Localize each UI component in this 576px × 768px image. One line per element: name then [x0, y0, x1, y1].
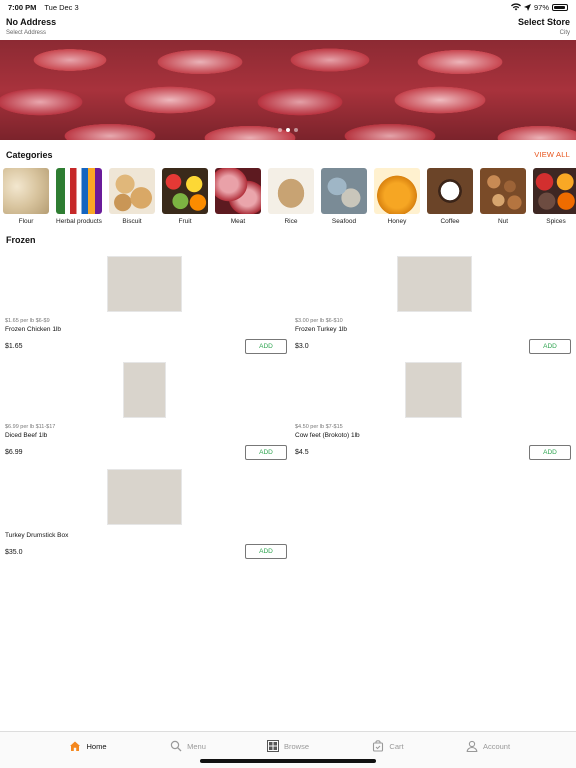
category-image — [374, 168, 420, 214]
product-card[interactable]: $6.99 per lb $11-$17 Diced Beef 1lb $6.9… — [5, 362, 287, 462]
category-label: Rice — [284, 218, 298, 225]
product-image[interactable] — [123, 362, 166, 418]
view-all-link[interactable]: VIEW ALL — [534, 150, 570, 159]
product-price-per-lb: $4.50 per lb $7-$15 — [295, 424, 343, 430]
category-label: Honey — [387, 218, 407, 225]
category-image — [480, 168, 526, 214]
category-label: Seafood — [331, 218, 357, 225]
add-button[interactable]: ADD — [529, 445, 571, 460]
category-spices[interactable]: Spices — [533, 168, 576, 228]
product-price: $6.99 — [5, 449, 23, 456]
product-price: $3.0 — [295, 343, 309, 350]
status-bar: 7:00 PM Tue Dec 3 97% — [0, 0, 576, 14]
product-image[interactable] — [397, 256, 472, 312]
add-button[interactable]: ADD — [529, 339, 571, 354]
category-biscuit[interactable]: Biscuit — [109, 168, 155, 228]
frozen-title: Frozen — [6, 235, 36, 245]
category-image — [533, 168, 576, 214]
product-card[interactable]: Turkey Drumstick Box $35.0 ADD — [5, 469, 287, 569]
tab-home[interactable]: Home — [38, 732, 138, 768]
category-label: Flour — [18, 218, 34, 225]
category-label: Fruit — [178, 218, 192, 225]
product-price: $35.0 — [5, 549, 23, 556]
product-name[interactable]: Frozen Chicken 1lb — [5, 326, 61, 333]
battery-icon — [552, 3, 568, 11]
category-label: Coffee — [440, 218, 460, 225]
category-coffee[interactable]: Coffee — [427, 168, 473, 228]
product-card[interactable]: $1.65 per lb $6-$9 Frozen Chicken 1lb $1… — [5, 256, 287, 356]
add-button[interactable]: ADD — [245, 445, 287, 460]
status-indicators: 97% — [510, 2, 568, 12]
status-time: 7:00 PM — [8, 2, 37, 12]
product-name[interactable]: Turkey Drumstick Box — [5, 532, 68, 539]
category-seafood[interactable]: Seafood — [321, 168, 367, 228]
product-image[interactable] — [107, 256, 182, 312]
product-price-per-lb: $6.99 per lb $11-$17 — [5, 424, 56, 430]
home-icon — [70, 741, 81, 751]
store-subtitle[interactable]: City — [560, 30, 570, 36]
product-name[interactable]: Cow feet (Brokoto) 1lb — [295, 432, 360, 439]
home-indicator — [200, 759, 376, 763]
categories-row: Flour Herbal products Biscuit Fruit Meat… — [3, 168, 576, 228]
tab-label: Browse — [283, 741, 309, 751]
banner-dot[interactable] — [278, 128, 282, 132]
product-price: $1.65 — [5, 343, 23, 350]
address-title[interactable]: No Address — [6, 17, 56, 27]
category-image — [109, 168, 155, 214]
category-herbal-products[interactable]: Herbal products — [56, 168, 102, 228]
tab-account[interactable]: Account — [438, 732, 538, 768]
product-image[interactable] — [405, 362, 462, 418]
categories-title: Categories — [6, 150, 53, 160]
tab-label: Account — [482, 741, 511, 751]
banner-dot[interactable] — [294, 128, 298, 132]
grid-icon — [266, 740, 279, 752]
category-meat[interactable]: Meat — [215, 168, 261, 228]
banner-dot[interactable] — [286, 128, 290, 132]
product-price-per-lb: $1.65 per lb $6-$9 — [5, 318, 50, 324]
location-icon — [523, 3, 531, 11]
category-nut[interactable]: Nut — [480, 168, 526, 228]
category-label: Biscuit — [122, 218, 142, 225]
promo-banner[interactable] — [0, 40, 576, 140]
battery-percent: 97% — [533, 2, 549, 12]
category-fruit[interactable]: Fruit — [162, 168, 208, 228]
status-date: Tue Dec 3 — [44, 2, 79, 12]
cart-icon — [373, 740, 384, 752]
product-card[interactable]: $3.00 per lb $6-$10 Frozen Turkey 1lb $3… — [295, 256, 571, 356]
search-icon — [170, 740, 182, 752]
tab-label: Home — [86, 741, 107, 751]
category-image — [321, 168, 367, 214]
product-price: $4.5 — [295, 449, 309, 456]
tab-label: Menu — [187, 741, 206, 751]
category-image — [427, 168, 473, 214]
product-name[interactable]: Diced Beef 1lb — [5, 432, 47, 439]
category-label: Herbal products — [56, 218, 102, 225]
product-image[interactable] — [107, 469, 182, 525]
add-button[interactable]: ADD — [245, 544, 287, 559]
category-honey[interactable]: Honey — [374, 168, 420, 228]
add-button[interactable]: ADD — [245, 339, 287, 354]
header: No Address Select Address Select Store C… — [0, 16, 576, 40]
category-image — [268, 168, 314, 214]
category-image — [56, 168, 102, 214]
store-title[interactable]: Select Store — [518, 17, 570, 27]
category-label: Meat — [230, 218, 246, 225]
address-subtitle[interactable]: Select Address — [6, 30, 46, 36]
category-image — [215, 168, 261, 214]
banner-pagination — [0, 128, 576, 132]
product-price-per-lb: $3.00 per lb $6-$10 — [295, 318, 343, 324]
category-label: Nut — [497, 218, 509, 225]
product-name[interactable]: Frozen Turkey 1lb — [295, 326, 347, 333]
category-rice[interactable]: Rice — [268, 168, 314, 228]
category-image — [162, 168, 208, 214]
category-image — [3, 168, 49, 214]
product-card[interactable]: $4.50 per lb $7-$15 Cow feet (Brokoto) 1… — [295, 362, 571, 462]
category-flour[interactable]: Flour — [3, 168, 49, 228]
tab-label: Cart — [389, 741, 404, 751]
category-label: Spices — [546, 218, 566, 225]
account-icon — [466, 740, 478, 752]
wifi-icon — [510, 3, 521, 11]
